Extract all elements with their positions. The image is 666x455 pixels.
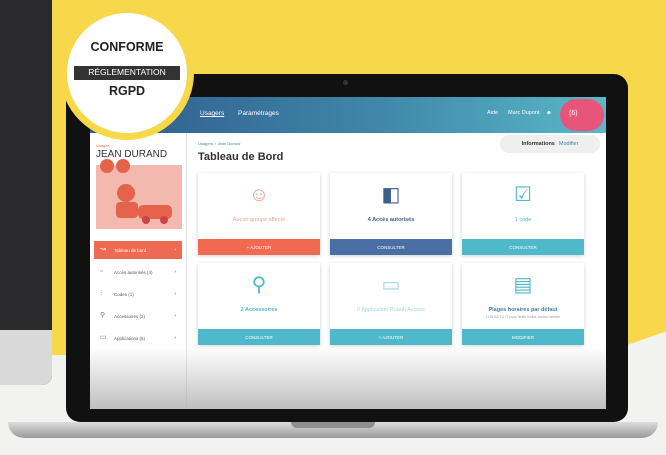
- avatar: [96, 159, 182, 229]
- group-icon: ☺: [248, 184, 270, 206]
- chevron-right-icon: ›: [174, 247, 176, 253]
- informations-button[interactable]: Informations Modifier: [500, 135, 600, 153]
- add-group-button[interactable]: + AJOUTER: [198, 239, 320, 255]
- lock-icon: ☑: [514, 184, 532, 206]
- card-label: 1 code: [514, 217, 532, 223]
- informations-label: Informations: [521, 141, 555, 147]
- card-applications: ▭ 0 Application Roauh Access + AJOUTER: [330, 263, 452, 345]
- driver-illustration-icon: [116, 184, 172, 224]
- door-icon: ◧: [381, 184, 401, 206]
- sidebar-item-label: Codes (1): [114, 291, 134, 297]
- screen-reflection: [90, 347, 606, 409]
- key-icon: ⚲: [100, 312, 106, 319]
- add-application-button[interactable]: + AJOUTER: [330, 329, 452, 345]
- laptop-screen: Usagers Paramétrages Aide Marc Dupont ☻ …: [90, 97, 606, 409]
- desktop-monitor-chin: [0, 330, 52, 385]
- notification-button[interactable]: (6): [560, 99, 604, 131]
- delete-icon[interactable]: [116, 159, 130, 173]
- card-access: ◧ 4 Accès autorisés CONSULTER: [330, 173, 452, 255]
- card-label: 4 Accès autorisés: [367, 217, 415, 223]
- card-label: Plages horaires par défaut: [488, 307, 558, 313]
- chevron-right-icon: ›: [174, 335, 176, 341]
- app-icon: ▭: [381, 274, 401, 296]
- card-label: Aucun groupe affecté: [232, 217, 286, 223]
- chevron-right-icon: ›: [174, 313, 176, 319]
- consult-access-button[interactable]: CONSULTER: [330, 239, 452, 255]
- breadcrumb[interactable]: Usagers > Jean Durand: [198, 141, 240, 146]
- modify-schedule-button[interactable]: MODIFIER: [462, 329, 584, 345]
- sidebar-item-label: Applications (6): [114, 335, 146, 341]
- sidebar-item-applications[interactable]: ▭ Applications (6) ›: [94, 329, 182, 347]
- app-icon: ▭: [100, 334, 107, 341]
- sidebar-item-access[interactable]: ▫ Accès autorisés (4) ›: [94, 263, 182, 281]
- sidebar-item-dashboard[interactable]: ↝ Tableau de bord ›: [94, 241, 182, 259]
- card-schedule: ▤ Plages horaires par défaut LUN SA TU I…: [462, 263, 584, 345]
- card-accessories: ⚲ 2 Accessoires CONSULTER: [198, 263, 320, 345]
- page-title: Tableau de Bord: [198, 151, 284, 163]
- badge-line2: RÉGLEMENTATION: [88, 67, 166, 77]
- chevron-right-icon: ›: [174, 269, 176, 275]
- sidebar-item-accessories[interactable]: ⚲ Accessoires (2) ›: [94, 307, 182, 325]
- chevron-right-icon: ›: [174, 291, 176, 297]
- edit-icon[interactable]: [100, 159, 114, 173]
- card-codes: ☑ 1 code CONSULTER: [462, 173, 584, 255]
- webcam: [343, 80, 348, 85]
- laptop-notch: [291, 422, 375, 428]
- desktop-monitor: [0, 0, 52, 385]
- card-sublabel: LUN SA TU IT jours fériés inclus, toutes…: [486, 315, 560, 319]
- card-label: 2 Accessoires: [240, 307, 278, 313]
- card-label: 0 Application Roauh Access: [357, 307, 425, 313]
- calendar-icon: ▤: [513, 274, 533, 296]
- sidebar-item-label: Accès autorisés (4): [114, 269, 153, 275]
- card-groups: ☺ Aucun groupe affecté + AJOUTER: [198, 173, 320, 255]
- sidebar-item-label: Accessoires (2): [114, 313, 146, 319]
- consult-accessories-button[interactable]: CONSULTER: [198, 329, 320, 345]
- chart-icon: ↝: [100, 246, 106, 253]
- modify-link[interactable]: Modifier: [559, 141, 579, 147]
- help-link[interactable]: Aide: [487, 110, 498, 116]
- door-icon: ▫: [100, 268, 103, 275]
- sidebar-item-codes[interactable]: ⁝ Codes (1) ›: [94, 285, 182, 303]
- user-menu[interactable]: Marc Dupont: [508, 110, 540, 116]
- sidebar-item-label: Tableau de bord: [114, 247, 147, 253]
- badge-line1: CONFORME: [90, 40, 164, 54]
- key-icon: ⚲: [251, 274, 267, 296]
- tab-users[interactable]: Usagers: [200, 110, 224, 117]
- tab-settings[interactable]: Paramétrages: [238, 110, 279, 117]
- notification-count: (6): [569, 110, 578, 117]
- consult-codes-button[interactable]: CONSULTER: [462, 239, 584, 255]
- profile-label: Usager: [96, 143, 109, 148]
- badge-line3: RGPD: [108, 84, 146, 98]
- user-icon: ☻: [546, 110, 552, 116]
- code-icon: ⁝: [100, 290, 103, 297]
